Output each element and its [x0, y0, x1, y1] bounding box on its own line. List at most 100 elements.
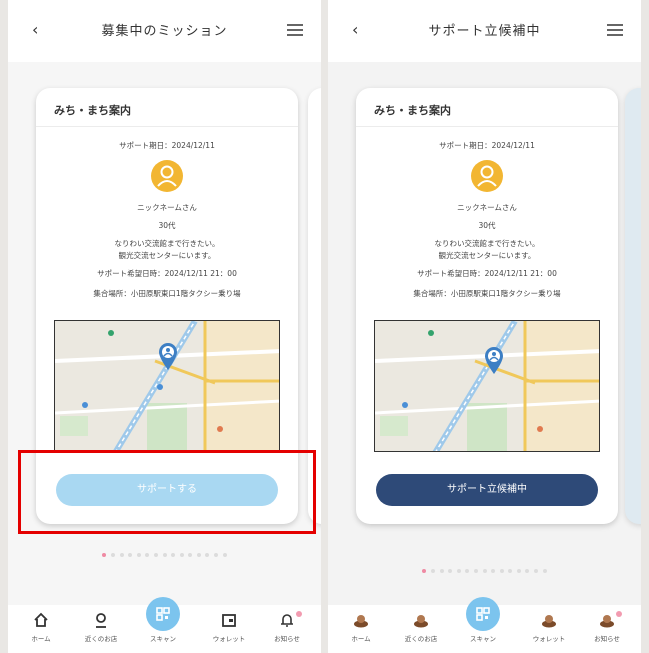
pager-dot[interactable]	[534, 569, 539, 573]
meeting-place: 集合場所：小田原駅東口1階タクシー乗り場	[413, 289, 561, 298]
pager-dot[interactable]	[482, 569, 487, 573]
tab-label: お知らせ	[594, 635, 620, 643]
hamburger-menu-icon[interactable]	[607, 24, 623, 36]
avatar	[471, 160, 503, 192]
bell-icon	[600, 615, 614, 628]
map-view[interactable]	[374, 320, 600, 452]
scan-icon	[466, 597, 500, 631]
page-title: サポート立候補中	[428, 24, 541, 39]
pager-dot[interactable]	[222, 553, 227, 557]
pager-dot[interactable]	[119, 553, 124, 557]
requested-datetime: サポート希望日時：2024/12/11 21：00	[417, 269, 557, 278]
divider	[36, 126, 298, 127]
pager-dot[interactable]	[525, 569, 530, 573]
left-phone-screen: ‹ 募集中のミッション みち・まち案内 サポート期日：2024/12/11 ニッ…	[8, 0, 321, 653]
map-view[interactable]	[54, 320, 280, 452]
tab-label: ウォレット	[212, 635, 246, 643]
pager-dot[interactable]	[465, 569, 470, 573]
pager-dot[interactable]	[439, 569, 444, 573]
tab-label: 近くのお店	[404, 635, 438, 643]
scan-icon	[146, 597, 180, 631]
tab-nearby-shops[interactable]: 近くのお店	[396, 611, 446, 643]
pager-dot[interactable]	[448, 569, 453, 573]
tab-label: お知らせ	[274, 635, 300, 643]
request-description-line1: なりわい交流館まで行きたい。	[434, 239, 540, 248]
pager-dot[interactable]	[516, 569, 521, 573]
tab-label: ウォレット	[532, 635, 566, 643]
pager-dot[interactable]	[430, 569, 435, 573]
pager-dot[interactable]	[145, 553, 150, 557]
hamburger-menu-icon[interactable]	[287, 24, 303, 36]
pager-dot[interactable]	[214, 553, 219, 557]
next-card-peek[interactable]	[625, 88, 641, 524]
bell-icon	[281, 614, 293, 627]
request-description-line2: 観光交流センターにいます。	[118, 251, 216, 260]
page-title: 募集中のミッション	[101, 24, 228, 39]
pager-dot[interactable]	[136, 553, 141, 557]
tab-wallet[interactable]: ウォレット	[524, 611, 574, 643]
card-title: みち・まち案内	[374, 104, 451, 117]
nickname: ニックネームさん	[457, 203, 517, 212]
avatar	[151, 160, 183, 192]
tab-home[interactable]: ホーム	[336, 611, 386, 643]
tab-scan[interactable]: スキャン	[138, 597, 188, 643]
meeting-place: 集合場所：小田原駅東口1階タクシー乗り場	[93, 289, 241, 298]
pager-dot[interactable]	[179, 553, 184, 557]
pager-dot[interactable]	[508, 569, 513, 573]
request-description-line2: 観光交流センターにいます。	[438, 251, 536, 260]
wallet-icon	[222, 614, 236, 627]
pager-dot[interactable]	[102, 553, 107, 557]
tab-home[interactable]: ホーム	[16, 611, 66, 643]
home-icon	[34, 612, 48, 627]
pager-dot[interactable]	[153, 553, 158, 557]
map-pin-icon	[414, 615, 428, 628]
pager-dot[interactable]	[128, 553, 133, 557]
card-title: みち・まち案内	[54, 104, 131, 117]
pager-dot[interactable]	[473, 569, 478, 573]
home-icon	[354, 615, 368, 628]
bottom-tab-bar: ホーム 近くのお店 スキャン ウォレット お知らせ	[328, 597, 641, 653]
support-deadline: サポート期日：2024/12/11	[439, 141, 535, 150]
tab-scan[interactable]: スキャン	[458, 597, 508, 643]
tab-label: ホーム	[351, 635, 371, 643]
age-group: 30代	[158, 221, 176, 230]
tab-nearby-shops[interactable]: 近くのお店	[76, 611, 126, 643]
tab-notifications[interactable]: お知らせ	[582, 611, 632, 643]
pager-dot[interactable]	[205, 553, 210, 557]
notification-badge	[616, 611, 622, 617]
request-description-line1: なりわい交流館まで行きたい。	[114, 239, 220, 248]
map-graphic	[375, 321, 599, 451]
pager-dot[interactable]	[162, 553, 167, 557]
pager-dot[interactable]	[542, 569, 547, 573]
mission-card[interactable]: みち・まち案内 サポート期日：2024/12/11 ニックネームさん 30代 な…	[356, 88, 618, 524]
tab-notifications[interactable]: お知らせ	[262, 611, 312, 643]
bottom-tab-bar: ホーム 近くのお店 スキャン ウォレット お知らせ	[8, 597, 321, 653]
tab-label: スキャン	[150, 635, 176, 643]
location-pin-icon[interactable]	[483, 345, 505, 375]
pager-dot[interactable]	[499, 569, 504, 573]
pager-dot[interactable]	[171, 553, 176, 557]
notification-badge	[296, 611, 302, 617]
map-pin-icon	[96, 613, 106, 628]
user-icon	[157, 165, 177, 187]
location-pin-icon[interactable]	[157, 341, 179, 371]
wallet-icon	[542, 615, 556, 628]
tab-wallet[interactable]: ウォレット	[204, 611, 254, 643]
pager-dot[interactable]	[491, 569, 496, 573]
pager-dot[interactable]	[188, 553, 193, 557]
pager-dot[interactable]	[422, 569, 427, 573]
app-header: ‹ 募集中のミッション	[8, 0, 321, 62]
tab-label: スキャン	[470, 635, 496, 643]
carousel-pager	[328, 558, 641, 573]
requested-datetime: サポート希望日時：2024/12/11 21：00	[97, 269, 237, 278]
tab-label: ホーム	[31, 635, 51, 643]
tab-label: 近くのお店	[84, 635, 118, 643]
app-header: ‹ サポート立候補中	[328, 0, 641, 62]
pager-dot[interactable]	[196, 553, 201, 557]
support-candidate-button[interactable]: サポート立候補中	[376, 474, 598, 506]
support-deadline: サポート期日：2024/12/11	[119, 141, 215, 150]
pager-dot[interactable]	[110, 553, 115, 557]
highlight-box	[18, 450, 316, 534]
user-icon	[477, 165, 497, 187]
pager-dot[interactable]	[456, 569, 461, 573]
